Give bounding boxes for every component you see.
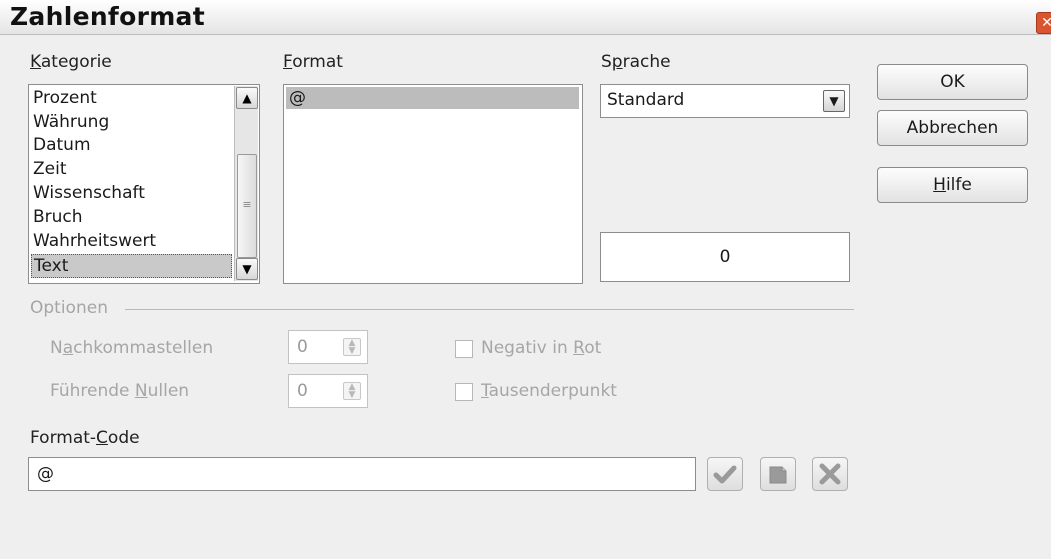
format-listbox[interactable]: @: [283, 84, 583, 284]
scroll-down-button[interactable]: ▼: [236, 258, 258, 280]
format-code-label: Format-Code: [30, 428, 140, 448]
list-item[interactable]: Wahrheitswert: [33, 229, 156, 253]
list-item[interactable]: Wissenschaft: [33, 181, 145, 205]
thousands-separator-checkbox[interactable]: [455, 383, 473, 401]
accept-button[interactable]: [707, 457, 743, 491]
ok-button[interactable]: OK: [877, 64, 1028, 100]
decimals-value: 0: [297, 337, 308, 357]
stepper-arrows-icon[interactable]: ▲ ▼: [343, 338, 361, 356]
delete-button[interactable]: [812, 457, 848, 491]
negative-red-label: Negativ in Rot: [481, 338, 602, 358]
format-label: Format: [283, 52, 343, 72]
optionen-label: Optionen: [30, 298, 108, 318]
list-item-selected[interactable]: Text: [31, 254, 232, 278]
preview-value: 0: [719, 247, 731, 267]
sprache-dropdown-button[interactable]: ▼: [823, 90, 845, 112]
chevron-down-icon: ▼: [242, 262, 252, 276]
help-button[interactable]: Hilfe: [877, 167, 1028, 203]
kategorie-label: Kategorie: [30, 52, 112, 72]
grip-icon: ≡: [242, 198, 252, 211]
chevron-up-icon: ▲: [242, 91, 252, 105]
dialog-title: Zahlenformat: [10, 2, 205, 31]
cancel-button[interactable]: Abbrechen: [877, 110, 1028, 146]
chevron-down-icon: ▼: [829, 94, 839, 108]
kategorie-scrollbar[interactable]: ▲ ≡ ▼: [234, 86, 258, 281]
format-code-value: @: [37, 464, 54, 484]
thousands-separator-label: Tausenderpunkt: [481, 381, 617, 401]
kategorie-listbox[interactable]: Prozent Währung Datum Zeit Wissenschaft …: [28, 84, 260, 284]
scroll-thumb[interactable]: ≡: [237, 154, 257, 258]
list-item[interactable]: Währung: [33, 110, 109, 134]
negative-red-checkbox[interactable]: [455, 340, 473, 358]
leading-zeros-stepper[interactable]: 0 ▲ ▼: [288, 374, 368, 408]
sprache-value: Standard: [607, 90, 685, 110]
checkmark-icon: [713, 465, 737, 484]
list-item-selected[interactable]: @: [286, 87, 579, 109]
list-item[interactable]: Bruch: [33, 205, 83, 229]
list-item[interactable]: Zeit: [33, 157, 67, 181]
list-item[interactable]: Datum: [33, 133, 91, 157]
format-code-input[interactable]: @: [28, 457, 696, 491]
edit-comment-button[interactable]: [760, 457, 796, 491]
scroll-up-button[interactable]: ▲: [236, 87, 258, 109]
optionen-separator: [125, 309, 854, 310]
sprache-select[interactable]: Standard ▼: [600, 84, 850, 118]
comment-icon: [769, 466, 787, 484]
stepper-arrows-icon[interactable]: ▲ ▼: [343, 382, 361, 400]
close-button[interactable]: ✕: [1036, 12, 1051, 34]
format-preview: 0: [600, 232, 850, 282]
leading-zeros-label: Führende Nullen: [50, 381, 190, 401]
close-icon: ✕: [1041, 15, 1051, 31]
decimals-label: Nachkommastellen: [50, 338, 214, 358]
decimals-stepper[interactable]: 0 ▲ ▼: [288, 330, 368, 364]
delete-x-icon: [819, 463, 841, 485]
leading-zeros-value: 0: [297, 381, 308, 401]
sprache-label: Sprache: [601, 52, 671, 72]
list-item[interactable]: Prozent: [33, 86, 97, 110]
